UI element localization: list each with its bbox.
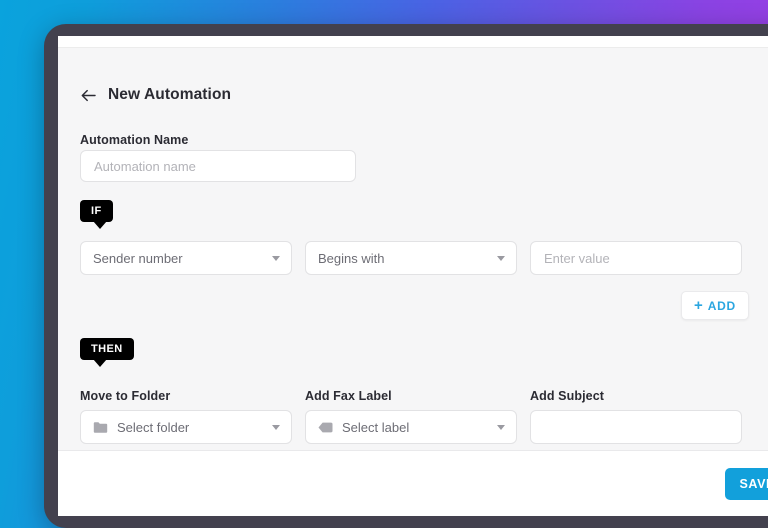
condition-field-value: Sender number (93, 250, 183, 266)
chevron-down-icon (272, 255, 280, 261)
then-badge: THEN (80, 338, 134, 367)
add-subject-input[interactable] (530, 410, 742, 444)
add-subject-label: Add Subject (530, 389, 605, 403)
move-to-folder-select[interactable]: Select folder (80, 410, 292, 444)
condition-value-input[interactable] (530, 241, 742, 275)
automation-form-content: New Automation Automation Name IF Sender… (58, 47, 768, 451)
page-title: New Automation (108, 86, 232, 103)
save-button[interactable]: SAVE (725, 468, 768, 500)
chevron-down-icon (497, 255, 505, 261)
if-badge: IF (80, 200, 113, 229)
move-to-folder-value: Select folder (117, 419, 190, 435)
chevron-down-icon (497, 424, 505, 430)
chevron-down-icon (272, 424, 280, 430)
window-top-strip (58, 36, 768, 47)
condition-operator-select[interactable]: Begins with (305, 241, 517, 275)
automation-name-input[interactable] (80, 150, 356, 182)
arrow-left-icon[interactable] (80, 87, 97, 104)
move-to-folder-label: Move to Folder (80, 389, 171, 403)
app-window: New Automation Automation Name IF Sender… (58, 36, 768, 516)
page-header: New Automation (80, 86, 231, 104)
condition-operator-value: Begins with (318, 250, 385, 266)
form-footer: SAVE (58, 450, 768, 516)
tag-icon (318, 422, 333, 433)
folder-icon (93, 421, 108, 434)
add-fax-label-select[interactable]: Select label (305, 410, 517, 444)
condition-field-select[interactable]: Sender number (80, 241, 292, 275)
add-condition-button[interactable]: + ADD (681, 291, 749, 320)
add-button-label: ADD (707, 298, 736, 313)
plus-icon: + (694, 297, 703, 314)
add-fax-label-value: Select label (342, 419, 410, 435)
automation-name-label: Automation Name (80, 133, 189, 147)
add-fax-label-label: Add Fax Label (305, 389, 392, 403)
